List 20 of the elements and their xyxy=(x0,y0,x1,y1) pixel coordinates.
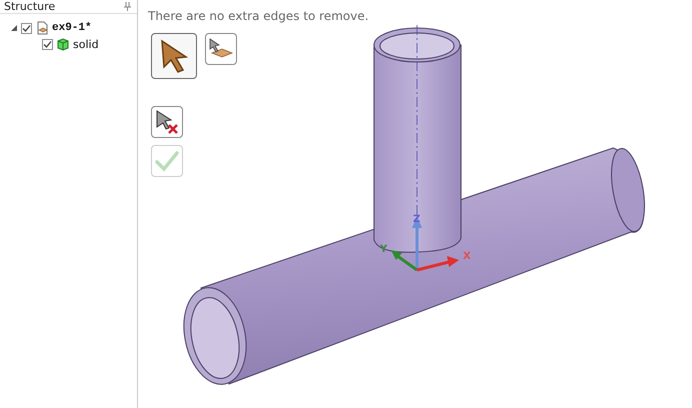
axis-triad-drawing xyxy=(391,216,459,272)
panel-title: Structure xyxy=(4,0,56,13)
tool-button[interactable] xyxy=(151,106,183,138)
cursor-plane-icon xyxy=(208,38,234,60)
tool-button[interactable] xyxy=(151,33,197,79)
axis-label: X xyxy=(463,251,471,262)
tree-item-label[interactable]: solid xyxy=(73,38,99,50)
tool-button[interactable] xyxy=(205,33,237,65)
document-icon xyxy=(35,21,49,35)
axis-label: Z xyxy=(413,214,420,225)
arrow-cursor-icon xyxy=(159,39,189,73)
checkbox[interactable] xyxy=(42,38,53,50)
cursor-cross-icon xyxy=(154,109,180,135)
checkbox[interactable] xyxy=(21,22,32,34)
expander-icon[interactable] xyxy=(10,24,18,32)
cube-icon xyxy=(56,37,70,51)
checkmark-icon xyxy=(155,150,179,172)
tree-item-label[interactable]: ex9-1* xyxy=(52,22,92,34)
pin-icon[interactable] xyxy=(124,2,131,11)
status-message: There are no extra edges to remove. xyxy=(147,8,370,23)
